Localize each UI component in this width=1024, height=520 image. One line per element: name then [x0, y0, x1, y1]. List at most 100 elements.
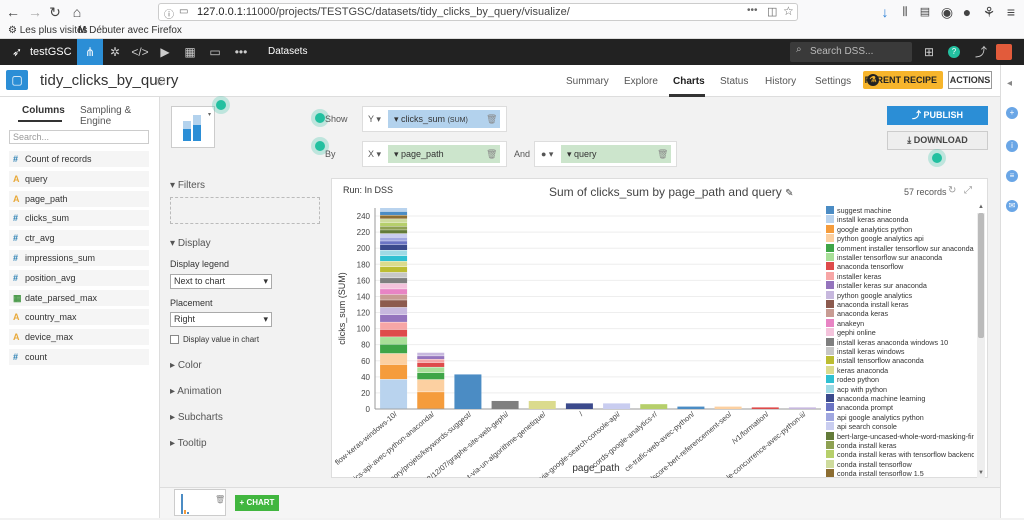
legend-item[interactable]: acp with python: [826, 384, 974, 394]
back-arrow-icon[interactable]: ←: [4, 3, 22, 21]
legend-item[interactable]: anaconda keras: [826, 309, 974, 318]
filters-section-toggle[interactable]: ▾ Filters: [170, 180, 205, 191]
parent-recipe-button[interactable]: ⚗ PARENT RECIPE: [863, 71, 943, 89]
list-icon[interactable]: ≡: [1006, 170, 1018, 182]
legend-item[interactable]: install tensorflow anaconda: [826, 356, 974, 365]
refresh-icon[interactable]: ↻: [948, 185, 956, 196]
dashboard-icon[interactable]: ▦: [177, 39, 203, 65]
legend-item[interactable]: installer keras sur anaconda: [826, 281, 974, 290]
cog-wheel-icon[interactable]: ✲: [102, 39, 128, 65]
legend-item[interactable]: api google analytics python: [826, 412, 974, 422]
legend-item[interactable]: bert-large-uncased-whole-word-masking-fi…: [826, 431, 974, 441]
avatar[interactable]: [996, 44, 1012, 60]
animation-section-toggle[interactable]: ▸ Animation: [170, 386, 222, 397]
page-actions-icon[interactable]: •••: [747, 5, 758, 16]
legend-item[interactable]: suggest machine: [826, 206, 974, 215]
legend-item[interactable]: api search console: [826, 422, 974, 431]
legend-item[interactable]: python google analytics api: [826, 234, 974, 243]
column-item[interactable]: # Count of records: [9, 151, 149, 168]
collapse-arrow-icon[interactable]: ◂: [1007, 78, 1012, 89]
chart-type-picker[interactable]: ▾: [171, 106, 215, 148]
legend-item[interactable]: conda install tensorflow 1.5: [826, 469, 974, 478]
help-icon[interactable]: ?: [948, 46, 960, 58]
y-measure-pill[interactable]: ▾ clicks_sum (SUM) 🗑: [388, 110, 500, 128]
tab-settings[interactable]: Settings: [815, 76, 851, 87]
discussion-icon[interactable]: ✉: [1006, 200, 1018, 212]
fullscreen-icon[interactable]: ⤢: [964, 185, 972, 196]
download-button[interactable]: ⤓ DOWNLOAD: [887, 131, 988, 150]
legend-scrollbar-thumb[interactable]: [978, 213, 984, 338]
add-icon[interactable]: +: [1006, 107, 1018, 119]
scroll-down-icon[interactable]: ▼: [978, 470, 984, 476]
reload-icon[interactable]: ↻: [46, 3, 64, 21]
bookmark-getting-started[interactable]: M Débuter avec Firefox: [78, 25, 182, 36]
pocket-icon[interactable]: ◫: [767, 5, 777, 18]
account-icon[interactable]: ◉: [938, 3, 956, 21]
legend-item[interactable]: install keras anaconda windows 10: [826, 337, 974, 347]
help-hotspot[interactable]: [216, 100, 226, 110]
apps-grid-icon[interactable]: ⊞: [916, 39, 942, 65]
column-item[interactable]: Acountry_max: [9, 309, 149, 327]
extension-icon[interactable]: ⚘: [980, 3, 998, 21]
help-hotspot[interactable]: [315, 141, 325, 151]
display-section-toggle[interactable]: ▾ Display: [170, 238, 211, 249]
display-legend-select[interactable]: Next to chart ▾: [170, 274, 272, 289]
actions-button[interactable]: ACTIONS: [948, 71, 992, 89]
x-dimension-pill[interactable]: ▾ page_path 🗑: [388, 145, 500, 163]
legend-item[interactable]: rodeo python: [826, 375, 974, 384]
code-icon[interactable]: </>: [127, 39, 153, 65]
tab-sampling-engine[interactable]: Sampling & Engine: [80, 105, 159, 127]
search-input[interactable]: Search DSS...: [790, 42, 912, 62]
download-arrow-icon[interactable]: ↓: [876, 3, 894, 21]
column-item[interactable]: # impressions_sum: [9, 250, 149, 267]
subcharts-section-toggle[interactable]: ▸ Subcharts: [170, 412, 223, 423]
trash-icon[interactable]: 🗑: [486, 145, 497, 163]
forward-arrow-icon[interactable]: →: [26, 3, 44, 21]
legend-item[interactable]: anaconda tensorflow: [826, 262, 974, 271]
legend-item[interactable]: installer tensorflow sur anaconda: [826, 253, 974, 262]
home-icon[interactable]: ⌂: [68, 3, 86, 21]
edit-circle-icon[interactable]: ◎: [156, 74, 166, 87]
activity-icon[interactable]: ⤴: [968, 39, 994, 65]
library-icon[interactable]: ⫼: [896, 3, 914, 21]
info-icon[interactable]: ⓘ: [164, 6, 174, 21]
trash-icon[interactable]: 🗑: [657, 145, 668, 163]
legend-item[interactable]: conda install tensorflow: [826, 459, 974, 469]
bookmark-most-visited[interactable]: ⚙ Les plus visités: [8, 25, 88, 36]
column-search-input[interactable]: Search...: [9, 130, 149, 144]
column-item[interactable]: # ctr_avg: [9, 230, 149, 248]
section-datasets[interactable]: Datasets: [268, 46, 307, 57]
help-hotspot[interactable]: [315, 113, 325, 123]
placement-select[interactable]: Right ▾: [170, 312, 272, 327]
wiki-icon[interactable]: ▭: [202, 39, 228, 65]
column-item[interactable]: Aquery: [9, 170, 149, 188]
legend-item[interactable]: anaconda machine learning: [826, 394, 974, 403]
legend-item[interactable]: comment installer tensorflow sur anacond…: [826, 243, 974, 253]
legend-item[interactable]: anakeyn: [826, 318, 974, 328]
color-dimension-pill[interactable]: ▾ query 🗑: [561, 145, 671, 163]
tab-explore[interactable]: Explore: [624, 76, 658, 87]
trash-icon[interactable]: 🗑: [486, 110, 497, 128]
pencil-edit-icon[interactable]: ✎: [785, 188, 793, 199]
tab-summary[interactable]: Summary: [566, 76, 609, 87]
tab-history[interactable]: History: [765, 76, 796, 87]
shield-icon[interactable]: ●: [958, 3, 976, 21]
info-icon[interactable]: i: [1006, 140, 1018, 152]
tooltip-section-toggle[interactable]: ▸ Tooltip: [170, 438, 207, 449]
project-name[interactable]: testGSC: [30, 46, 72, 58]
column-item[interactable]: # clicks_sum: [9, 210, 149, 228]
legend-item[interactable]: google analytics python: [826, 224, 974, 234]
legend-item[interactable]: install keras anaconda: [826, 215, 974, 224]
display-value-checkbox[interactable]: [170, 335, 179, 344]
add-chart-button[interactable]: + CHART: [235, 495, 279, 511]
menu-hamburger-icon[interactable]: ≡: [1002, 3, 1020, 21]
flow-icon[interactable]: ⋔: [77, 39, 103, 65]
tab-charts[interactable]: Charts: [673, 76, 705, 87]
sidebar-icon[interactable]: ▤: [916, 3, 934, 21]
help-hotspot[interactable]: [932, 153, 942, 163]
color-drop-icon[interactable]: ● ▾: [541, 149, 553, 160]
chart-thumbnail[interactable]: 🗑: [174, 489, 226, 516]
bookmark-star-icon[interactable]: ☆: [783, 4, 794, 18]
legend-item[interactable]: conda install keras with tensorflow back…: [826, 450, 974, 459]
scroll-up-icon[interactable]: ▲: [978, 204, 984, 210]
